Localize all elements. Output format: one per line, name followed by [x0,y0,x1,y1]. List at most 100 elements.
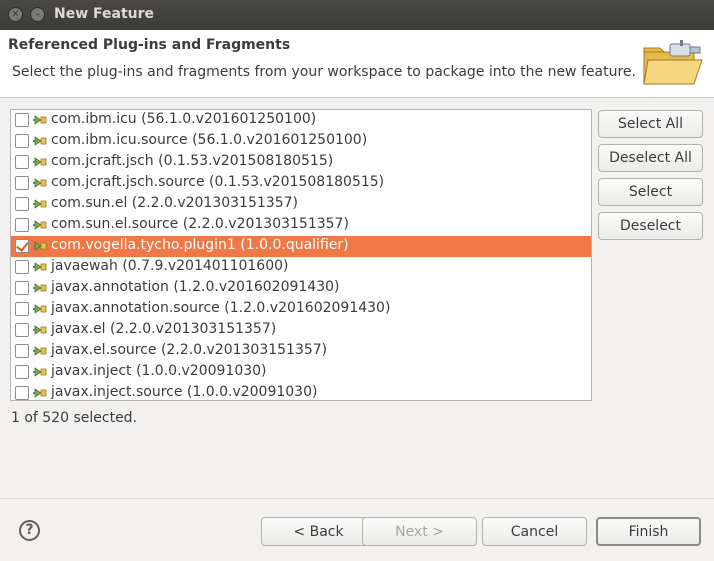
title-bar: ✕ – New Feature [0,0,714,30]
plugin-version: (0.1.53.v201508180515) [209,174,385,190]
plugin-icon [33,199,47,209]
plugin-name: com.jcraft.jsch [51,153,154,169]
plugin-list[interactable]: com.ibm.icu (56.1.0.v201601250100) com.ib… [10,109,592,401]
plugin-icon [33,115,47,125]
back-button[interactable]: < Back [261,517,376,546]
finish-button[interactable]: Finish [596,517,701,546]
plugin-name: com.ibm.icu.source [51,132,188,148]
plugin-list-item[interactable]: com.vogella.tycho.plugin1 (1.0.0.qualifi… [11,236,591,257]
plugin-icon [33,136,47,146]
close-window-button[interactable]: ✕ [8,7,23,22]
plugin-icon [33,241,47,251]
plugin-label: com.ibm.icu (56.1.0.v201601250100) [51,111,316,127]
plugin-icon [33,220,47,230]
plugin-name: javax.el.source [51,342,157,358]
plugin-version: (2.2.0.v201303151357) [182,216,349,232]
plugin-label: javax.el (2.2.0.v201303151357) [51,321,276,337]
plugin-list-item[interactable]: javax.inject.source (1.0.0.v20091030) [11,383,591,400]
help-icon[interactable]: ? [19,520,40,541]
select-all-button[interactable]: Select All [598,110,703,138]
plugin-icon [33,346,47,356]
plugin-list-item[interactable]: javax.inject (1.0.0.v20091030) [11,362,591,383]
plugin-name: com.sun.el.source [51,216,179,232]
deselect-button[interactable]: Deselect [598,212,703,240]
plugin-icon [33,283,47,293]
plugin-label: com.ibm.icu.source (56.1.0.v201601250100… [51,132,367,148]
plugin-version: (1.0.0.v20091030) [186,384,318,400]
plugin-label: com.sun.el (2.2.0.v201303151357) [51,195,298,211]
plugin-list-item[interactable]: com.jcraft.jsch.source (0.1.53.v20150818… [11,173,591,194]
plugin-version: (2.2.0.v201303151357) [131,195,298,211]
plugin-list-item[interactable]: com.ibm.icu (56.1.0.v201601250100) [11,110,591,131]
window-title: New Feature [54,6,155,22]
plugin-list-item[interactable]: com.sun.el.source (2.2.0.v201303151357) [11,215,591,236]
plugin-label: javax.annotation (1.2.0.v201602091430) [51,279,339,295]
plugin-icon [33,367,47,377]
plugin-version: (1.0.0.v20091030) [135,363,267,379]
plugin-checkbox[interactable] [15,365,29,379]
plugin-checkbox[interactable] [15,302,29,316]
plugin-checkbox[interactable] [15,113,29,127]
plugin-checkbox[interactable] [15,218,29,232]
plugin-checkbox[interactable] [15,281,29,295]
next-button[interactable]: Next > [362,517,477,546]
plugin-version: (2.2.0.v201303151357) [160,342,328,358]
plugin-version: (0.1.53.v201508180515) [158,153,334,169]
plugin-version: (1.0.0.qualifier) [240,237,349,253]
plugin-label: com.sun.el.source (2.2.0.v201303151357) [51,216,349,232]
plugin-checkbox[interactable] [15,155,29,169]
plugin-list-item[interactable]: com.jcraft.jsch (0.1.53.v201508180515) [11,152,591,173]
plugin-list-item[interactable]: com.ibm.icu.source (56.1.0.v201601250100… [11,131,591,152]
plugin-name: com.sun.el [51,195,128,211]
plugin-version: (2.2.0.v201303151357) [110,321,277,337]
plugin-list-item[interactable]: javaewah (0.7.9.v201401101600) [11,257,591,278]
plugin-list-item[interactable]: javax.annotation (1.2.0.v201602091430) [11,278,591,299]
selection-status: 1 of 520 selected. [11,410,138,426]
plugin-icon [33,304,47,314]
plugin-checkbox[interactable] [15,260,29,274]
plugin-icon [33,157,47,167]
plugin-checkbox[interactable] [15,386,29,400]
plugin-name: javaewah [51,258,118,274]
plugin-version: (56.1.0.v201601250100) [141,111,317,127]
plugin-label: com.jcraft.jsch (0.1.53.v201508180515) [51,153,333,169]
page-description: Select the plug-ins and fragments from y… [12,64,636,80]
wizard-header: Referenced Plug-ins and Fragments Select… [0,30,714,98]
plugin-label: com.jcraft.jsch.source (0.1.53.v20150818… [51,174,384,190]
plugin-label: javax.el.source (2.2.0.v201303151357) [51,342,327,358]
plugin-name: javax.annotation [51,279,169,295]
plugin-icon [33,262,47,272]
plugin-icon [33,325,47,335]
cancel-button[interactable]: Cancel [482,517,587,546]
plugin-checkbox[interactable] [15,239,29,253]
minimize-window-button[interactable]: – [30,7,45,22]
plugin-version: (1.2.0.v201602091430) [173,279,340,295]
plugin-list-item[interactable]: com.sun.el (2.2.0.v201303151357) [11,194,591,215]
plugin-name: javax.inject [51,363,132,379]
plugin-label: com.vogella.tycho.plugin1 (1.0.0.qualifi… [51,237,349,253]
plugin-checkbox[interactable] [15,344,29,358]
plugin-label: javaewah (0.7.9.v201401101600) [51,258,288,274]
plugin-label: javax.annotation.source (1.2.0.v20160209… [51,300,390,316]
plugin-name: javax.inject.source [51,384,183,400]
plugin-list-item[interactable]: javax.el (2.2.0.v201303151357) [11,320,591,341]
plugin-icon [33,388,47,398]
deselect-all-button[interactable]: Deselect All [598,144,703,172]
plugin-checkbox[interactable] [15,197,29,211]
select-button[interactable]: Select [598,178,703,206]
plugin-label: javax.inject (1.0.0.v20091030) [51,363,267,379]
plugin-name: javax.annotation.source [51,300,220,316]
plugin-version: (0.7.9.v201401101600) [122,258,289,274]
folder-plugin-icon [643,40,703,85]
page-title: Referenced Plug-ins and Fragments [8,37,291,53]
plugin-checkbox[interactable] [15,134,29,148]
plugin-list-item[interactable]: javax.el.source (2.2.0.v201303151357) [11,341,591,362]
plugin-version: (56.1.0.v201601250100) [192,132,368,148]
plugin-list-item[interactable]: javax.annotation.source (1.2.0.v20160209… [11,299,591,320]
plugin-checkbox[interactable] [15,323,29,337]
plugin-checkbox[interactable] [15,176,29,190]
plugin-name: com.ibm.icu [51,111,137,127]
plugin-label: javax.inject.source (1.0.0.v20091030) [51,384,317,400]
plugin-name: com.vogella.tycho.plugin1 [51,237,236,253]
plugin-name: javax.el [51,321,106,337]
